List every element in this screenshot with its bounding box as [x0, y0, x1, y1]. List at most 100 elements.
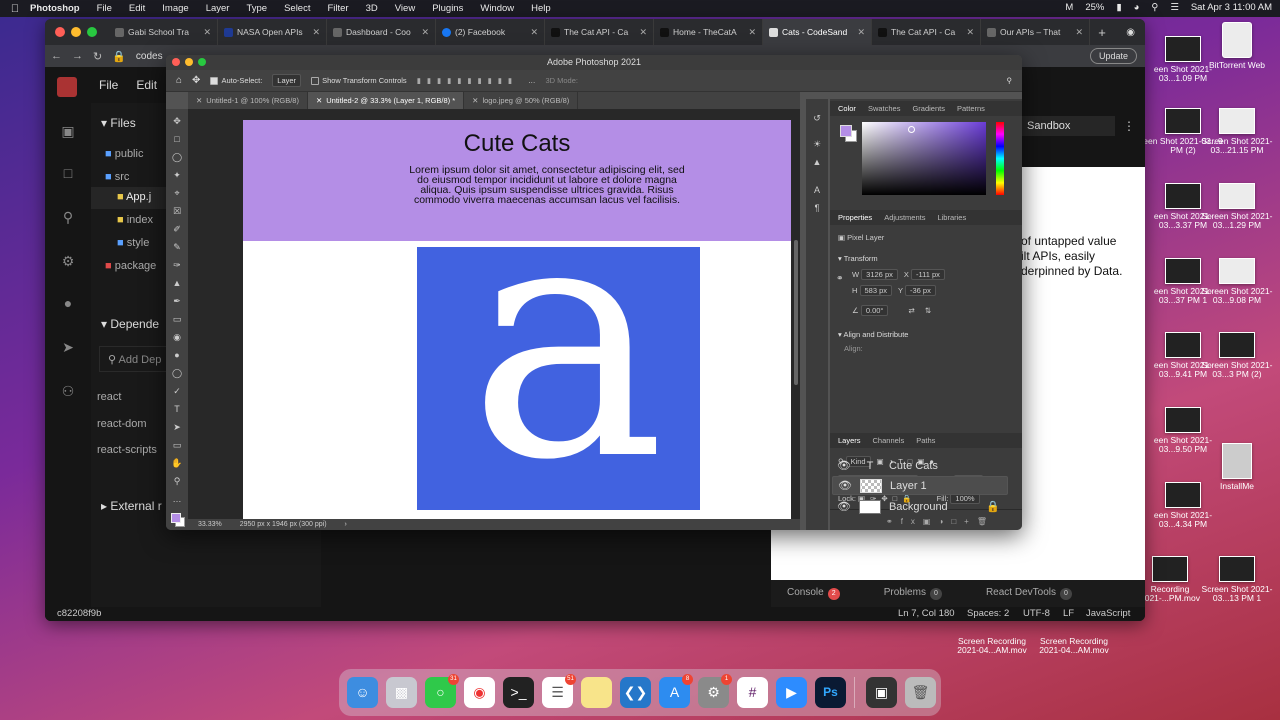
close-tab-icon[interactable]: ✕ — [316, 96, 322, 105]
width-field[interactable]: 3126 px — [861, 269, 898, 280]
transform-header[interactable]: ▾ Transform — [838, 254, 878, 263]
home-icon[interactable]: ⌂ — [176, 75, 182, 86]
tab-console[interactable]: Console 2 — [787, 587, 840, 600]
finder-icon[interactable]: ☺ — [347, 677, 378, 708]
url-field[interactable]: codes — [136, 51, 163, 62]
dependency-item[interactable]: react — [97, 391, 121, 403]
menu-select[interactable]: Select — [284, 3, 310, 14]
healing-brush-icon[interactable]: ✎ — [171, 241, 183, 253]
frame-tool-icon[interactable]: ☒ — [171, 205, 183, 217]
paint-bucket-icon[interactable]: ◉ — [171, 331, 183, 343]
close-window-button[interactable] — [172, 58, 180, 66]
desktop-icon[interactable]: Screen Shot 2021-03...3 PM (2) — [1197, 332, 1277, 379]
menu-plugins[interactable]: Plugins — [432, 3, 463, 14]
doc-tab[interactable]: ✕ logo.jpeg @ 50% (RGB/8) — [464, 92, 579, 109]
control-center-icon[interactable]: ☰ — [1170, 2, 1179, 13]
tab-libraries[interactable]: Libraries — [937, 213, 966, 222]
auto-select-checkbox[interactable]: Auto-Select: — [210, 76, 262, 85]
close-tab-icon[interactable]: ✕ — [203, 27, 211, 38]
foreground-color-swatch[interactable] — [171, 513, 181, 523]
tab-gradients[interactable]: Gradients — [912, 104, 945, 113]
menu-file[interactable]: File — [97, 3, 112, 14]
move-tool-icon[interactable]: ✥ — [171, 115, 183, 127]
tab-swatches[interactable]: Swatches — [868, 104, 901, 113]
opacity-field[interactable]: 100% — [953, 475, 983, 486]
close-tab-icon[interactable]: ✕ — [196, 96, 202, 105]
back-icon[interactable]: ← — [51, 50, 62, 62]
minimize-window-button[interactable] — [185, 58, 193, 66]
rocket-icon[interactable]: ➤ — [60, 339, 76, 355]
color-picker-field[interactable] — [862, 122, 986, 195]
type-tool-icon[interactable]: T — [171, 403, 183, 415]
gear-icon[interactable]: ⚙ — [60, 253, 76, 269]
vertical-scrollbar[interactable] — [794, 240, 798, 385]
files-header[interactable]: ▾ Files — [101, 116, 136, 130]
eraser-tool-icon[interactable]: ▭ — [171, 313, 183, 325]
fill-field[interactable]: 100% — [950, 493, 980, 504]
notes-icon[interactable] — [581, 677, 612, 708]
forward-icon[interactable]: → — [72, 50, 83, 62]
pen-tool-icon[interactable]: ✓ — [171, 385, 183, 397]
crop-tool-icon[interactable]: ⌖ — [171, 187, 183, 199]
tab-properties[interactable]: Properties — [838, 213, 872, 222]
clock[interactable]: Sat Apr 3 11:00 AM — [1191, 2, 1272, 13]
apple-icon[interactable]:  — [0, 3, 30, 15]
hand-tool-icon[interactable]: ✋ — [171, 457, 183, 469]
cube-icon[interactable]: ▣ — [60, 123, 76, 139]
wifi-icon[interactable]: ◕ — [1134, 2, 1140, 13]
history-brush-icon[interactable]: ✒ — [171, 295, 183, 307]
browser-tab[interactable]: The Cat API - Ca ✕ — [545, 19, 654, 45]
dependency-item[interactable]: react-dom — [97, 418, 147, 430]
close-window-button[interactable] — [55, 27, 65, 37]
flip-horizontal-icon[interactable]: ⇄ — [908, 306, 914, 315]
y-field[interactable]: -36 px — [904, 285, 936, 296]
file-icon[interactable]: □ — [60, 165, 76, 181]
marquee-tool-icon[interactable]: □ — [171, 133, 183, 145]
eyedropper-icon[interactable]: ✐ — [171, 223, 183, 235]
browser-tab[interactable]: NASA Open APIs ✕ — [218, 19, 327, 45]
path-select-icon[interactable]: ➤ — [171, 421, 183, 433]
paragraph-icon[interactable]: ¶ — [811, 203, 823, 215]
slack-icon[interactable]: # — [737, 677, 768, 708]
menu-window[interactable]: Window — [480, 3, 514, 14]
align-header[interactable]: ▾ Align and Distribute — [838, 330, 908, 339]
levels-icon[interactable]: ▲ — [811, 157, 823, 169]
desktop-icon[interactable]: BitTorrent Web — [1197, 22, 1277, 70]
zoom-window-button[interactable] — [198, 58, 206, 66]
hue-slider[interactable] — [996, 122, 1004, 195]
terminal-icon[interactable]: >_ — [503, 677, 534, 708]
gmail-icon[interactable]: M — [1065, 2, 1073, 13]
tab-layers[interactable]: Layers — [838, 436, 861, 445]
close-tab-icon[interactable]: ✕ — [421, 27, 429, 38]
browser-tab-active[interactable]: Cats - CodeSand ✕ — [763, 19, 872, 45]
flip-vertical-icon[interactable]: ⇅ — [925, 306, 931, 315]
menu-edit[interactable]: Edit — [129, 3, 145, 14]
panel-foreground-swatch[interactable] — [840, 125, 852, 137]
trash-icon[interactable]: 🗑 — [905, 677, 936, 708]
browser-tab[interactable]: The Cat API - Ca ✕ — [872, 19, 981, 45]
lasso-tool-icon[interactable]: ◯ — [171, 151, 183, 163]
zoom-level[interactable]: 33.33% — [198, 521, 222, 528]
tab-paths[interactable]: Paths — [916, 436, 935, 445]
reminders-icon[interactable]: ☰ 51 — [542, 674, 576, 708]
battery-icon[interactable]: ▮ — [1116, 2, 1121, 13]
close-tab-icon[interactable]: ✕ — [1075, 27, 1083, 38]
tab-patterns[interactable]: Patterns — [957, 104, 985, 113]
desktop-icon[interactable]: Screen Shot 2021-03...1.29 PM — [1197, 183, 1277, 230]
line-ending[interactable]: LF — [1063, 608, 1074, 619]
desktop-icon[interactable]: Screen Shot 2021-03...9.08 PM — [1197, 258, 1277, 305]
close-tab-icon[interactable]: ✕ — [748, 27, 756, 38]
align-icons[interactable]: ▮▮▮▮▮▮▮▮▮▮ — [417, 76, 518, 85]
photoshop-icon[interactable]: Ps — [815, 677, 846, 708]
github-icon[interactable]: ● — [60, 295, 76, 311]
close-tab-icon[interactable]: ✕ — [966, 27, 974, 38]
color-picker-cursor[interactable] — [908, 126, 915, 133]
more-icon[interactable]: ⋮ — [1123, 119, 1135, 133]
csb-menu-edit[interactable]: Edit — [136, 78, 157, 92]
zoom-tool-icon[interactable]: ⚲ — [171, 475, 183, 487]
x-field[interactable]: -111 px — [910, 269, 945, 280]
screen-capture-icon[interactable]: ▣ — [866, 677, 897, 708]
messages-icon[interactable]: ○ 31 — [425, 674, 459, 708]
magic-wand-icon[interactable]: ✦ — [171, 169, 183, 181]
brush-tool-icon[interactable]: ✑ — [171, 259, 183, 271]
